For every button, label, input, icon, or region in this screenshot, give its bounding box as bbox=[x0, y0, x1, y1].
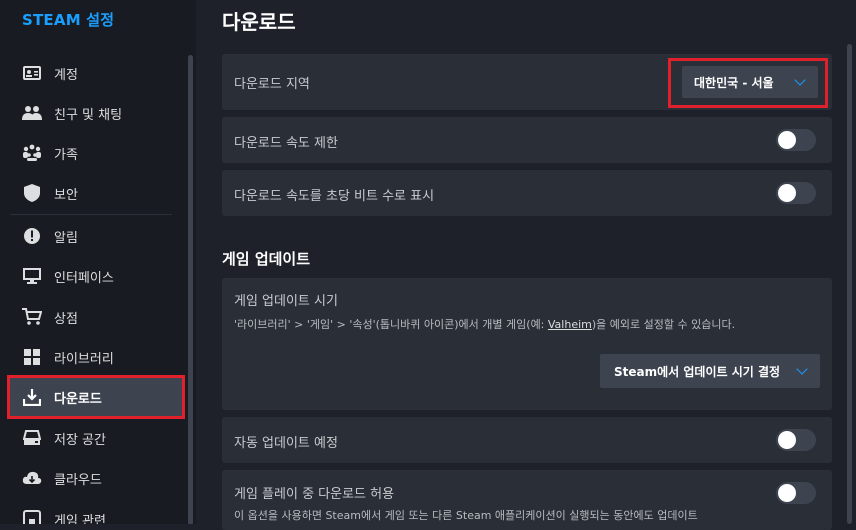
game-updates-section-title: 게임 업데이트 bbox=[222, 250, 311, 268]
download-region-label: 다운로드 지역 bbox=[234, 77, 310, 92]
scheduled-updates-row: 자동 업데이트 예정 bbox=[222, 417, 832, 463]
chevron-down-icon bbox=[796, 363, 808, 375]
game-update-timing-description: '라이브러리' > '게임' > '속성'(톱니바퀴 아이콘)에서 개별 게임(… bbox=[234, 316, 735, 332]
bits-per-second-label: 다운로드 속도를 초당 비트 수로 표시 bbox=[234, 189, 435, 204]
cloud-icon bbox=[22, 468, 42, 488]
sidebar-item-family[interactable]: 가족 bbox=[10, 134, 182, 172]
sidebar-divider bbox=[10, 214, 172, 215]
sidebar-item-library[interactable]: 라이브러리 bbox=[10, 338, 182, 376]
limit-speed-label: 다운로드 속도 제한 bbox=[234, 136, 338, 151]
sidebar-item-label: 다운로드 bbox=[54, 391, 102, 407]
sidebar-item-label: 게임 관련 bbox=[54, 513, 106, 525]
sidebar-item-label: 인터페이스 bbox=[54, 270, 114, 286]
page-title: 다운로드 bbox=[222, 10, 296, 34]
sidebar-item-label: 상점 bbox=[54, 311, 78, 327]
storage-icon bbox=[22, 428, 42, 448]
sidebar-item-label: 가족 bbox=[54, 147, 78, 163]
sidebar-title: STEAM 설정 bbox=[22, 11, 115, 29]
allow-during-gameplay-description: 이 옵션을 사용하면 Steam에서 게임 또는 다른 Steam 애플리케이션… bbox=[234, 509, 698, 522]
sidebar-scrollbar[interactable] bbox=[188, 55, 193, 524]
sidebar-item-security[interactable]: 보안 bbox=[10, 174, 182, 212]
cart-icon bbox=[22, 307, 42, 327]
sidebar-item-account[interactable]: 계정 bbox=[10, 54, 182, 92]
sidebar-item-interface[interactable]: 인터페이스 bbox=[10, 257, 182, 295]
game-icon bbox=[22, 509, 42, 524]
sidebar-item-label: 저장 공간 bbox=[54, 432, 106, 448]
toggle-knob bbox=[778, 431, 796, 449]
bits-per-second-toggle[interactable] bbox=[776, 182, 816, 204]
game-update-timing-label: 게임 업데이트 시기 bbox=[234, 294, 338, 309]
allow-during-gameplay-row: 게임 플레이 중 다운로드 허용 이 옵션을 사용하면 Steam에서 게임 또… bbox=[222, 470, 832, 530]
sidebar-item-label: 계정 bbox=[54, 67, 78, 83]
sidebar-item-label: 알림 bbox=[54, 230, 78, 246]
scheduled-updates-label: 자동 업데이트 예정 bbox=[234, 436, 338, 451]
limit-speed-toggle[interactable] bbox=[776, 129, 816, 151]
sidebar-item-store[interactable]: 상점 bbox=[10, 298, 182, 336]
sidebar-item-notifications[interactable]: 알림 bbox=[10, 217, 182, 255]
description-text: '라이브러리' > '게임' > '속성'(톱니바퀴 아이콘)에서 개별 게임(… bbox=[234, 318, 548, 331]
family-icon bbox=[22, 143, 42, 163]
allow-during-gameplay-label: 게임 플레이 중 다운로드 허용 bbox=[234, 487, 395, 502]
game-update-timing-value: Steam에서 업데이트 시기 결정 bbox=[614, 364, 781, 379]
valheim-link[interactable]: Valheim bbox=[548, 318, 592, 331]
sidebar-item-storage[interactable]: 저장 공간 bbox=[10, 419, 182, 457]
grid-icon bbox=[22, 347, 42, 367]
notification-icon bbox=[22, 226, 42, 246]
account-icon bbox=[22, 63, 42, 83]
limit-speed-row: 다운로드 속도 제한 bbox=[222, 117, 832, 163]
toggle-knob bbox=[778, 184, 796, 202]
scheduled-updates-toggle[interactable] bbox=[776, 429, 816, 451]
game-update-timing-dropdown[interactable]: Steam에서 업데이트 시기 결정 bbox=[600, 354, 820, 388]
monitor-icon bbox=[22, 266, 42, 286]
sidebar-item-downloads[interactable]: 다운로드 bbox=[7, 375, 185, 419]
bits-per-second-row: 다운로드 속도를 초당 비트 수로 표시 bbox=[222, 170, 832, 216]
sidebar-item-cloud[interactable]: 클라우드 bbox=[10, 459, 182, 497]
sidebar-item-label: 라이브러리 bbox=[54, 351, 114, 367]
sidebar-item-label: 보안 bbox=[54, 187, 78, 203]
settings-sidebar: STEAM 설정 계정 친구 및 채팅 가족 보안 알림 인터페이스 상점 라이… bbox=[0, 0, 196, 524]
highlight-box bbox=[668, 58, 828, 108]
downloads-settings-panel: 다운로드 다운로드 지역 대한민국 - 서울 다운로드 속도 제한 다운로드 속… bbox=[196, 0, 856, 530]
game-update-timing-row: 게임 업데이트 시기 '라이브러리' > '게임' > '속성'(톱니바퀴 아이… bbox=[222, 278, 832, 410]
sidebar-item-friends[interactable]: 친구 및 채팅 bbox=[10, 94, 182, 132]
allow-during-gameplay-toggle[interactable] bbox=[776, 482, 816, 504]
shield-icon bbox=[22, 183, 42, 203]
sidebar-item-label: 친구 및 채팅 bbox=[54, 107, 123, 123]
main-scrollbar[interactable] bbox=[847, 44, 852, 524]
description-text: )을 예외로 설정할 수 있습니다. bbox=[591, 318, 736, 331]
download-icon bbox=[22, 387, 42, 407]
friends-icon bbox=[22, 103, 42, 123]
toggle-knob bbox=[778, 484, 796, 502]
toggle-knob bbox=[778, 131, 796, 149]
sidebar-item-in-game[interactable]: 게임 관련 bbox=[10, 500, 182, 524]
sidebar-item-label: 클라우드 bbox=[54, 472, 102, 488]
